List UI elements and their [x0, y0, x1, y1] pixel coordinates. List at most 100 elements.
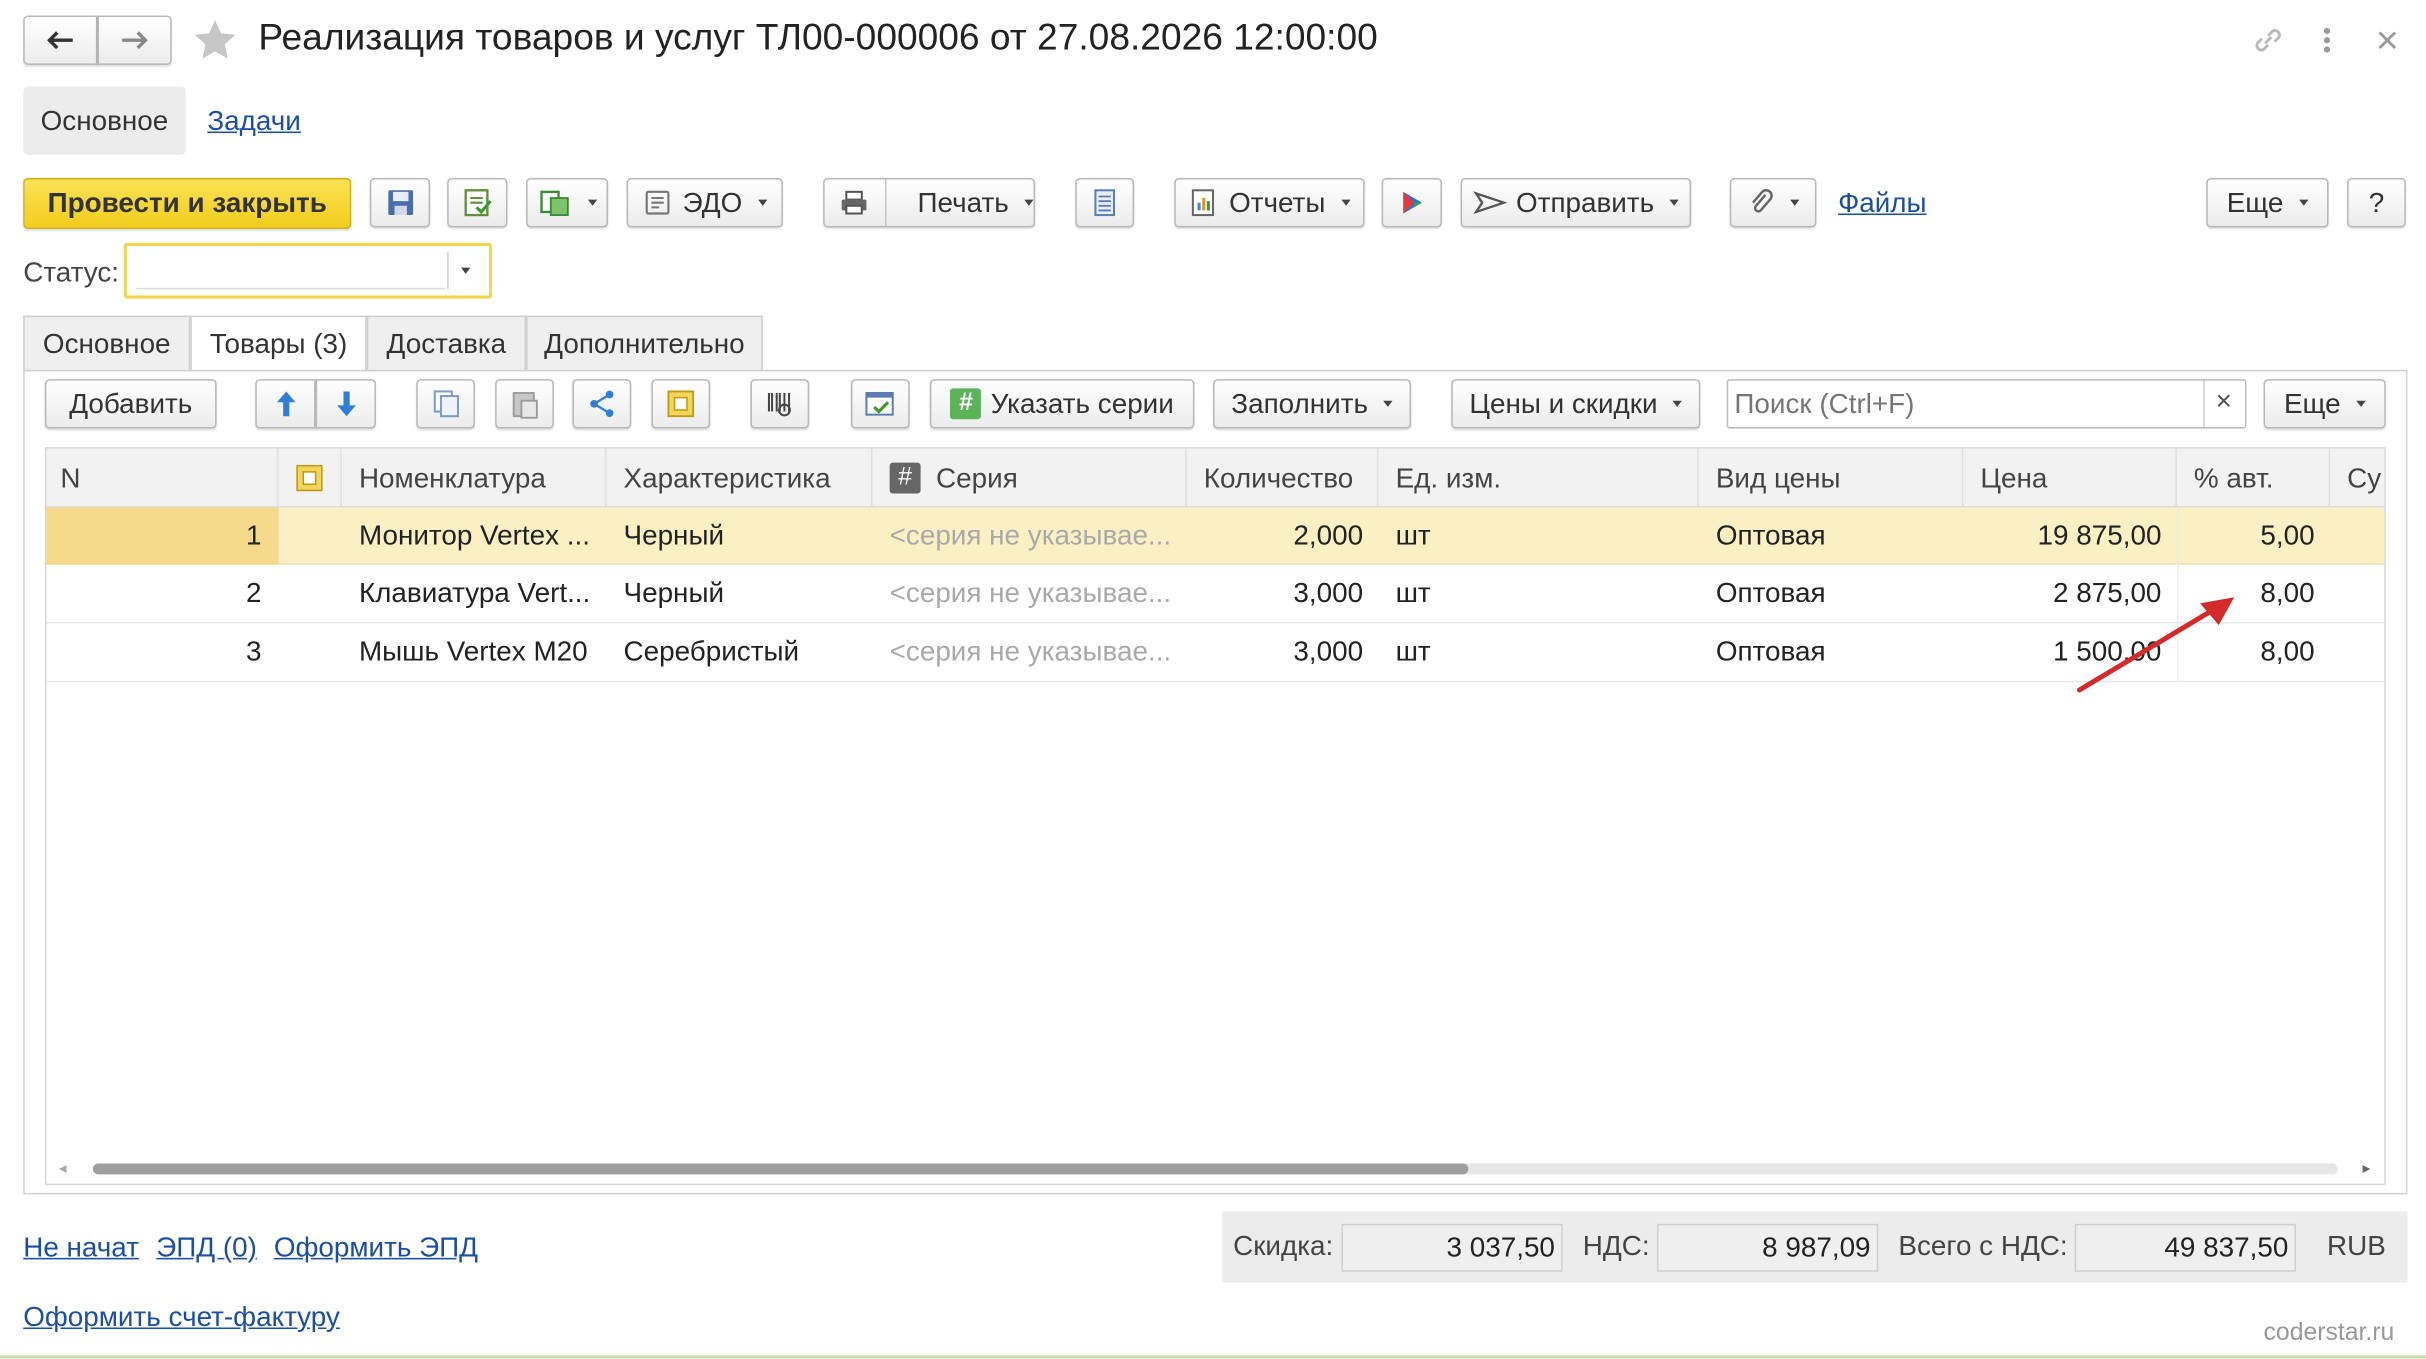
table-more-label: Еще [2283, 387, 2341, 419]
link-icon[interactable] [2250, 23, 2287, 57]
cell-series[interactable]: <серия не указывае... [890, 565, 1178, 622]
cell-price[interactable]: 19 875,00 [1963, 507, 2162, 564]
favorite-star-icon[interactable] [192, 17, 238, 63]
cell-price-type[interactable]: Оптовая [1716, 624, 1948, 681]
add-row-label: Добавить [69, 387, 193, 419]
close-icon[interactable] [2375, 28, 2400, 53]
cell-qty[interactable]: 2,000 [1187, 507, 1363, 564]
scroll-right-icon[interactable]: ▸ [2363, 1160, 2371, 1177]
chevron-down-icon[interactable] [461, 267, 471, 274]
tab-delivery-label: Доставка [386, 327, 507, 359]
specify-series-label: Указать серии [990, 387, 1174, 419]
share-button[interactable] [572, 379, 632, 429]
search-box[interactable]: × [1726, 379, 2247, 429]
barcode-icon [767, 392, 791, 417]
share-icon [590, 390, 614, 417]
cell-unit[interactable]: шт [1396, 507, 1674, 564]
col-header-n[interactable]: N [46, 448, 279, 508]
tab-delivery[interactable]: Доставка [366, 315, 527, 370]
nav-tasks-link[interactable]: Задачи [207, 105, 301, 137]
move-up-button[interactable] [255, 379, 316, 429]
catalog-icon [667, 390, 695, 418]
more-vertical-icon[interactable] [2318, 23, 2337, 57]
check-button[interactable] [850, 379, 910, 429]
col-header-price[interactable]: Цена [1963, 448, 2177, 508]
page-title: Реализация товаров и услуг ТЛ00-000006 о… [258, 17, 1378, 59]
more-button[interactable]: Еще [2206, 177, 2329, 228]
annotation-arrow-icon [2076, 597, 2235, 693]
specify-series-button[interactable]: # Указать серии [929, 379, 1195, 429]
cell-qty[interactable]: 3,000 [1187, 624, 1363, 681]
nav-main[interactable]: Основное [23, 86, 186, 155]
tab-main-label: Основное [42, 327, 171, 359]
prices-discounts-button[interactable]: Цены и скидки [1451, 379, 1701, 429]
tab-additional[interactable]: Дополнительно [526, 315, 763, 370]
post-and-close-button[interactable]: Провести и закрыть [23, 177, 352, 229]
cell-nomenclature[interactable]: Монитор Vertex ... [359, 507, 594, 564]
status-not-started-link[interactable]: Не начат [23, 1232, 139, 1264]
create-based-on-button[interactable] [526, 177, 609, 228]
total-value: 49 837,50 [2074, 1223, 2297, 1272]
make-invoice-link[interactable]: Оформить счет-фактуру [23, 1301, 340, 1333]
clear-search-button[interactable]: × [2216, 385, 2232, 417]
edo-button[interactable]: ЭДО [626, 177, 783, 228]
cell-qty[interactable]: 3,000 [1187, 565, 1363, 622]
col-header-icon[interactable] [278, 448, 342, 508]
epd-link[interactable]: ЭПД (0) [156, 1232, 257, 1264]
forward-button[interactable] [97, 15, 172, 65]
col-header-price-type[interactable]: Вид цены [1699, 448, 1964, 508]
scrollbar-thumb[interactable] [92, 1163, 1469, 1175]
col-header-auto-pct[interactable]: % авт. [2177, 448, 2331, 508]
back-button[interactable] [23, 15, 98, 65]
search-input[interactable] [1728, 380, 2204, 428]
post-button[interactable] [447, 177, 508, 228]
table-more-button[interactable]: Еще [2263, 379, 2386, 429]
scroll-left-icon[interactable]: ◂ [59, 1160, 67, 1177]
cell-series[interactable]: <серия не указывае... [890, 507, 1178, 564]
cell-nomenclature[interactable]: Мышь Vertex M20 [359, 624, 594, 681]
help-button[interactable]: ? [2347, 177, 2406, 228]
cell-nomenclature[interactable]: Клавиатура Vert... [359, 565, 594, 622]
horizontal-scrollbar[interactable]: ◂ ▸ [59, 1157, 2374, 1179]
move-down-button[interactable] [315, 379, 376, 429]
select-from-catalog-button[interactable] [651, 379, 711, 429]
cell-price-type[interactable]: Оптовая [1716, 565, 1948, 622]
cell-unit[interactable]: шт [1396, 565, 1674, 622]
col-header-unit[interactable]: Ед. изм. [1379, 448, 1699, 508]
cell-characteristic[interactable]: Серебристый [624, 624, 864, 681]
save-icon [387, 190, 413, 216]
status-field[interactable] [123, 242, 493, 299]
post-and-close-label: Провести и закрыть [47, 187, 327, 219]
col-header-nomenclature[interactable]: Номенклатура [342, 448, 607, 508]
print-button[interactable]: Печать [823, 177, 1036, 228]
document-structure-button[interactable] [1075, 177, 1135, 228]
cell-price-type[interactable]: Оптовая [1716, 507, 1948, 564]
make-epd-link[interactable]: Оформить ЭПД [274, 1232, 478, 1264]
reports-button[interactable]: Отчеты [1174, 177, 1365, 228]
col-header-series[interactable]: # Серия [873, 448, 1187, 508]
cell-characteristic[interactable]: Черный [624, 565, 864, 622]
col-header-auto-pct-label: % авт. [2193, 461, 2274, 493]
save-button[interactable] [369, 177, 431, 228]
cell-characteristic[interactable]: Черный [624, 507, 864, 564]
paste-row-button[interactable] [495, 379, 554, 429]
col-header-qty[interactable]: Количество [1187, 448, 1379, 508]
status-value [136, 252, 446, 290]
col-header-characteristic[interactable]: Характеристика [607, 448, 873, 508]
col-header-unit-label: Ед. изм. [1395, 461, 1502, 493]
files-link[interactable]: Файлы [1838, 187, 1927, 219]
send-button[interactable]: Отправить [1460, 177, 1692, 228]
col-header-sum[interactable]: Су [2330, 449, 2384, 508]
barcode-search-button[interactable] [750, 379, 810, 429]
fill-button[interactable]: Заполнить [1213, 379, 1412, 429]
cell-unit[interactable]: шт [1396, 624, 1674, 681]
send-icon [1472, 191, 1507, 215]
attach-button[interactable] [1729, 177, 1817, 228]
copy-row-button[interactable] [416, 379, 475, 429]
tab-main[interactable]: Основное [23, 315, 191, 370]
tab-goods[interactable]: Товары (3) [190, 315, 367, 372]
dispatch-button[interactable] [1381, 177, 1442, 228]
print-label: Печать [917, 186, 1009, 218]
add-row-button[interactable]: Добавить [44, 379, 217, 429]
cell-series[interactable]: <серия не указывае... [890, 624, 1178, 681]
